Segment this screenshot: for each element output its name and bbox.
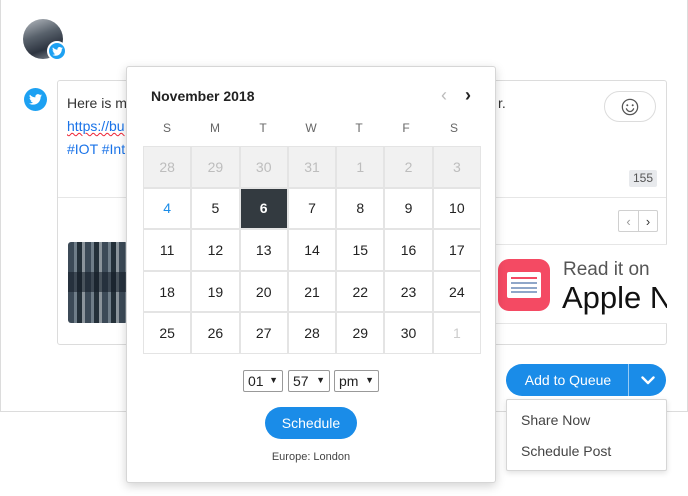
day-cell[interactable]: 16 — [385, 230, 432, 270]
day-cell[interactable]: 28 — [288, 313, 336, 353]
day-cell[interactable]: 15 — [337, 230, 384, 270]
day-cell[interactable]: 10 — [433, 188, 480, 229]
dropdown-arrow-icon: ▼ — [269, 375, 278, 385]
day-cell[interactable]: 29 — [192, 147, 239, 187]
add-to-queue-split-button: Add to Queue — [506, 364, 666, 396]
day-cell[interactable]: 28 — [144, 147, 191, 187]
day-cell[interactable]: 12 — [192, 230, 239, 270]
day-cell[interactable]: 25 — [144, 313, 191, 353]
day-cell[interactable]: 1 — [337, 147, 384, 187]
day-cell[interactable]: 21 — [288, 271, 336, 312]
preview-text-big: Apple N — [562, 280, 667, 315]
apple-news-logo-icon — [498, 259, 550, 311]
weekday-header: S — [162, 121, 171, 135]
day-cell[interactable]: 1 — [433, 313, 480, 353]
hour-value: 01 — [248, 373, 264, 389]
weekday-header: T — [259, 121, 267, 135]
day-cell[interactable]: 8 — [337, 188, 384, 229]
day-cell[interactable]: 5 — [192, 188, 239, 229]
ampm-select[interactable]: pm ▼ — [334, 370, 379, 392]
emoji-button[interactable] — [604, 91, 656, 122]
day-cell[interactable]: 11 — [144, 230, 191, 270]
weekday-header: F — [402, 121, 410, 135]
queue-options-menu: Share Now Schedule Post — [506, 399, 667, 471]
share-now-menu-item[interactable]: Share Now — [521, 412, 590, 428]
day-cell[interactable]: 31 — [288, 147, 336, 187]
preview-nav: ‹ › — [618, 210, 658, 232]
add-to-queue-button[interactable]: Add to Queue — [506, 364, 628, 396]
emoji-icon — [621, 98, 639, 115]
day-cell[interactable]: 17 — [433, 230, 480, 270]
day-cell[interactable]: 20 — [240, 271, 287, 312]
twitter-badge-icon — [47, 41, 67, 61]
chevron-down-icon — [640, 375, 655, 384]
timezone-label: Europe: London — [271, 451, 351, 463]
preview-text-small: Read it on — [563, 259, 650, 280]
weekday-header: S — [449, 121, 458, 135]
dropdown-arrow-icon: ▼ — [316, 375, 325, 385]
day-cell[interactable]: 9 — [385, 188, 432, 229]
day-cell-today[interactable]: 4 — [144, 188, 191, 229]
weekday-header: M — [210, 121, 220, 135]
day-cell[interactable]: 13 — [240, 230, 287, 270]
post-text-line-1-end[interactable]: r. — [498, 93, 506, 113]
character-count: 155 — [629, 170, 658, 187]
day-cell[interactable]: 19 — [192, 271, 239, 312]
twitter-icon — [24, 88, 47, 111]
chevron-right-icon[interactable]: › — [638, 211, 657, 231]
day-cell[interactable]: 2 — [385, 147, 432, 187]
ampm-value: pm — [339, 373, 359, 389]
day-cell[interactable]: 26 — [192, 313, 239, 353]
attached-image-thumbnail[interactable] — [68, 242, 128, 323]
date-picker-popup: November 2018 ‹ › S M T W T F S 28 29 30… — [126, 66, 496, 483]
hour-select[interactable]: 01 ▼ — [243, 370, 283, 392]
minute-value: 57 — [293, 373, 309, 389]
link-preview-card[interactable]: Read it on Apple N — [495, 244, 667, 324]
weekday-header: T — [355, 121, 363, 135]
day-cell[interactable]: 23 — [385, 271, 432, 312]
day-cell[interactable]: 7 — [288, 188, 336, 229]
post-hashtags[interactable]: #IOT #Int — [67, 139, 125, 159]
chevron-left-icon[interactable]: ‹ — [619, 211, 638, 231]
post-link[interactable]: https://bu — [67, 116, 125, 136]
previous-month-chevron-left-icon[interactable]: ‹ — [441, 85, 447, 106]
day-cell[interactable]: 30 — [385, 313, 432, 353]
day-cell[interactable]: 30 — [240, 147, 287, 187]
day-cell[interactable]: 22 — [337, 271, 384, 312]
queue-options-toggle[interactable] — [628, 364, 666, 396]
day-cell-selected[interactable]: 6 — [240, 188, 287, 229]
schedule-button[interactable]: Schedule — [265, 407, 357, 439]
day-cell[interactable]: 29 — [337, 313, 384, 353]
dropdown-arrow-icon: ▼ — [365, 375, 374, 385]
day-cell[interactable]: 24 — [433, 271, 480, 312]
minute-select[interactable]: 57 ▼ — [288, 370, 330, 392]
schedule-post-menu-item[interactable]: Schedule Post — [521, 443, 611, 459]
calendar-day-grid: 28 29 30 31 1 2 3 4 5 6 7 8 9 10 11 12 1… — [143, 146, 481, 354]
calendar-month-title: November 2018 — [151, 88, 255, 104]
post-text-line-1[interactable]: Here is m — [67, 93, 127, 113]
day-cell[interactable]: 3 — [433, 147, 480, 187]
next-month-chevron-right-icon[interactable]: › — [465, 85, 471, 106]
day-cell[interactable]: 18 — [144, 271, 191, 312]
day-cell[interactable]: 27 — [240, 313, 287, 353]
day-cell[interactable]: 14 — [288, 230, 336, 270]
weekday-header: W — [305, 121, 317, 135]
